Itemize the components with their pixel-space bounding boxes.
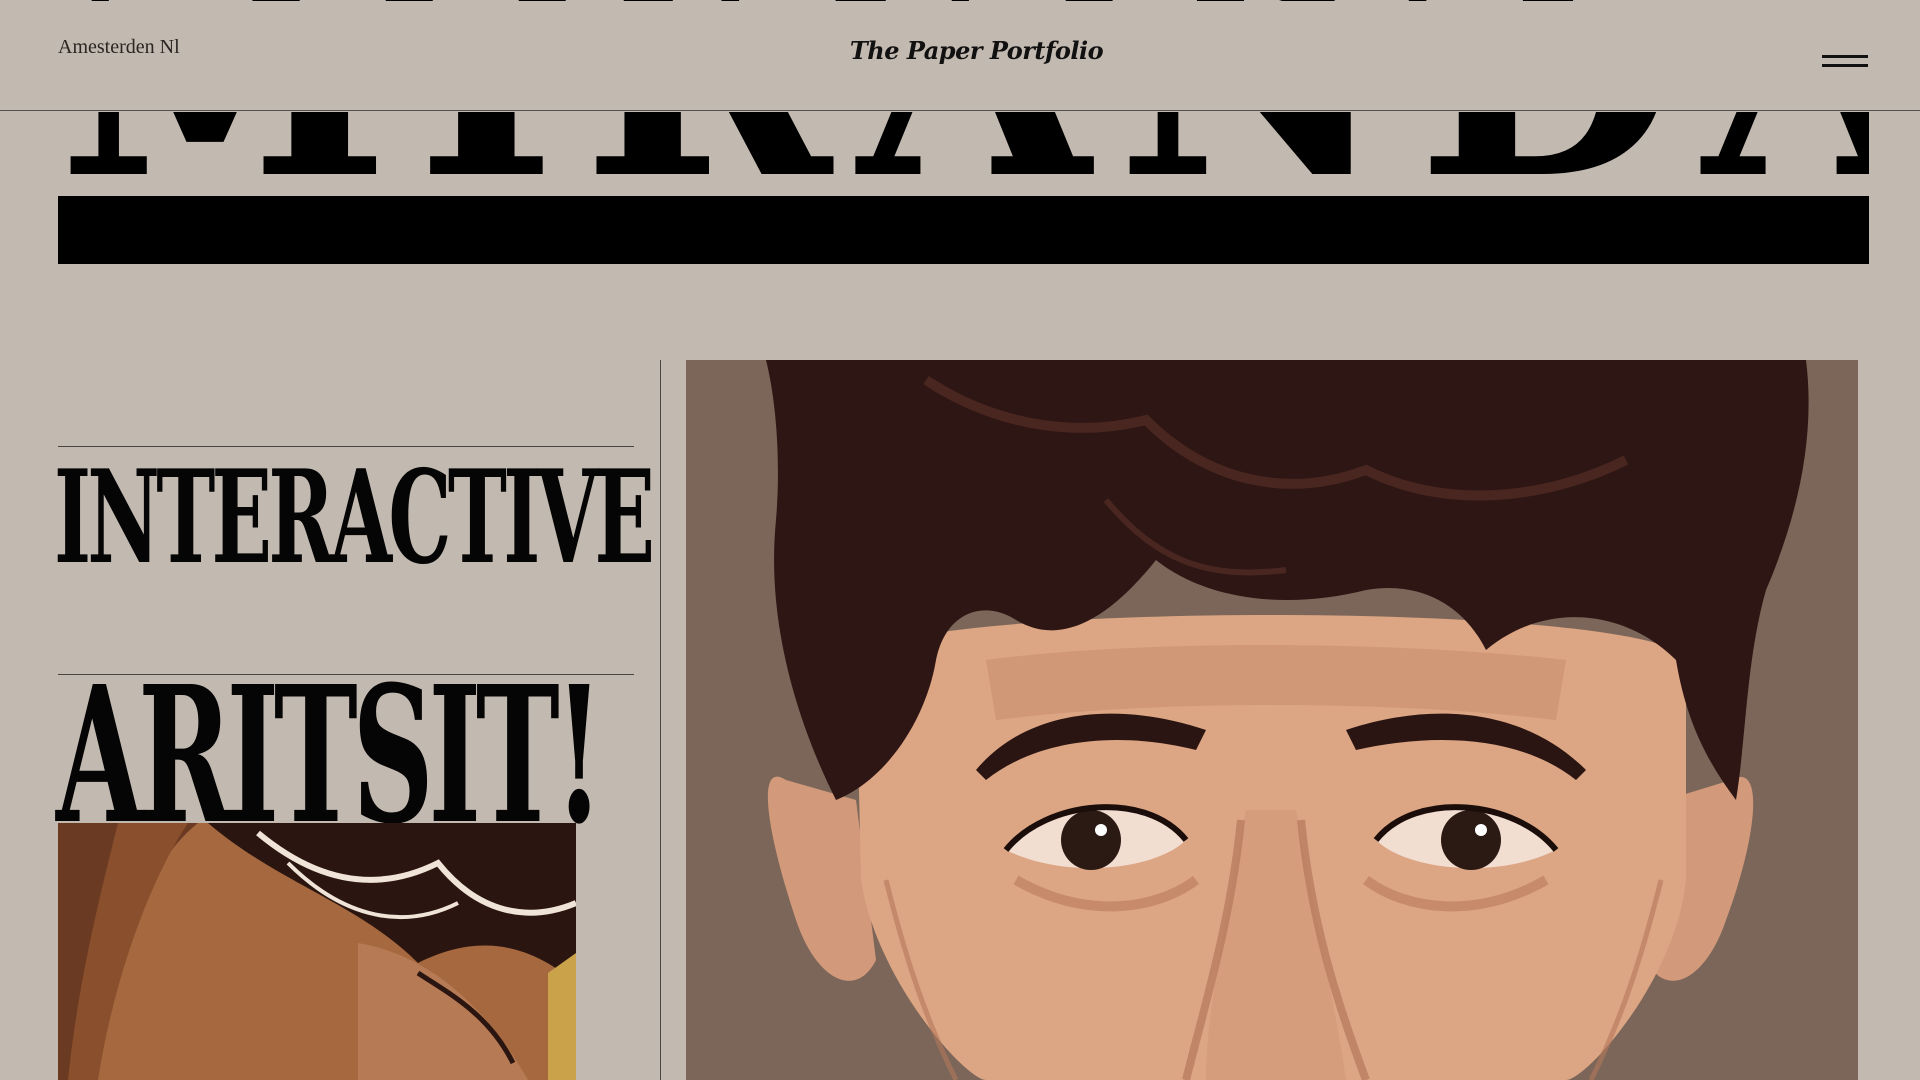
header-scrolling-word: MIRANDA: [58, 0, 1870, 1]
site-header: MIRANDA Amesterden Nl The Paper Portfoli…: [0, 0, 1920, 111]
hamburger-top-bar: [1822, 55, 1868, 58]
headline-artist: ARITSIT!: [56, 644, 604, 866]
name-banner: MIRANDA: [58, 112, 1869, 264]
artwork-thumbnail-illustration: [58, 823, 576, 1080]
column-divider: [660, 360, 661, 1080]
banner-letters-band: MIRANDA: [58, 112, 1869, 196]
headline-strike-line-2: [58, 674, 634, 675]
banner-name-word: MIRANDA: [58, 112, 1869, 196]
header-scrolling-letters: MIRANDA: [58, 0, 1870, 1]
site-title-logo[interactable]: The Paper Portfolio: [0, 36, 1920, 65]
headline-strike-line-1: [58, 446, 634, 447]
hamburger-bottom-bar: [1822, 64, 1868, 67]
headline-interactive: INTERACTIVE: [54, 442, 655, 593]
artwork-portrait-illustration: [686, 360, 1858, 1080]
artwork-portrait[interactable]: [686, 360, 1858, 1080]
menu-button[interactable]: [1822, 52, 1869, 72]
artwork-thumbnail[interactable]: [58, 823, 576, 1080]
